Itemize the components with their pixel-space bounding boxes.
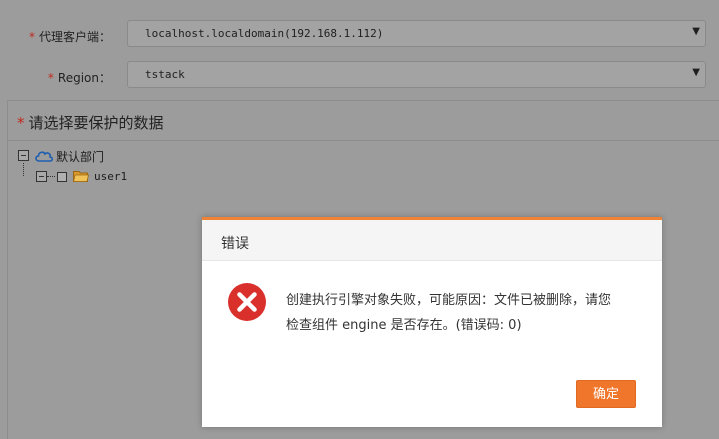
region-label: * Region： — [47, 71, 111, 85]
tree-node-root: 默认部门 — [18, 148, 138, 164]
region-select-value: tstack — [145, 68, 185, 81]
agent-select-value: localhost.localdomain(192.168.1.112) — [145, 27, 384, 40]
agent-select[interactable]: localhost.localdomain(192.168.1.112) ▼ — [127, 20, 706, 47]
collapse-toggle[interactable] — [18, 150, 29, 161]
region-row: * Region： tstack ▼ — [0, 61, 719, 95]
error-x-icon — [227, 282, 267, 325]
chevron-down-icon: ▼ — [692, 26, 700, 37]
message-line-2: 检查组件 engine 是否存在。(错误码: 0) — [286, 318, 522, 333]
tree-node-label[interactable]: user1 — [94, 170, 127, 183]
message-line-1: 创建执行引擎对象失败，可能原因：文件已被删除，请您 — [286, 293, 612, 308]
dialog-message: 创建执行引擎对象失败，可能原因：文件已被删除，请您 检查组件 engine 是否… — [286, 288, 646, 338]
agent-row: * 代理客户端： localhost.localdomain(192.168.1.… — [0, 20, 719, 54]
required-mark: * — [47, 71, 54, 85]
region-select[interactable]: tstack ▼ — [127, 61, 706, 88]
tree-node-user: user1 — [18, 163, 158, 186]
panel-header: * 请选择要保护的数据 — [8, 101, 719, 141]
agent-label: * 代理客户端： — [28, 30, 111, 44]
panel-title: * 请选择要保护的数据 — [17, 114, 164, 132]
dialog-header: 错误 — [202, 220, 662, 261]
required-mark: * — [17, 114, 25, 132]
collapse-toggle[interactable] — [36, 171, 47, 182]
error-dialog: 错误 创建执行引擎对象失败，可能原因：文件已被删除，请您 检查组件 engine… — [202, 217, 662, 427]
folder-icon — [72, 170, 90, 186]
tree-connector — [23, 163, 24, 176]
tree-connector — [47, 176, 55, 177]
dialog-title: 错误 — [221, 236, 249, 252]
tree-node-label[interactable]: 默认部门 — [56, 148, 104, 165]
chevron-down-icon: ▼ — [692, 67, 700, 78]
required-mark: * — [28, 30, 35, 44]
node-checkbox[interactable] — [57, 172, 67, 182]
cloud-icon — [34, 149, 54, 166]
ok-button[interactable]: 确定 — [576, 380, 636, 408]
